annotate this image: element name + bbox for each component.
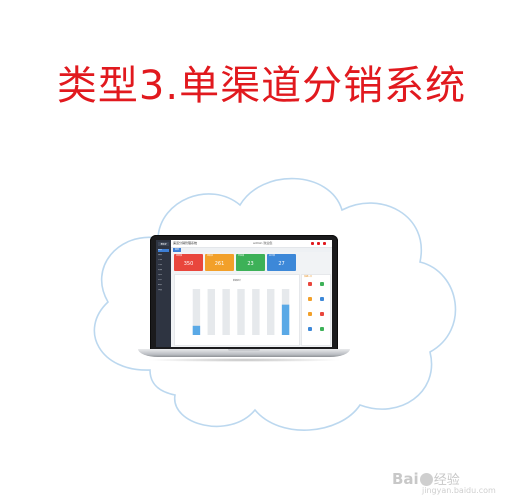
stat-card-completed[interactable]: 已完成 23 xyxy=(236,254,265,271)
quick-link-icon[interactable] xyxy=(320,297,324,301)
sidebar-item-channel[interactable]: 渠道 xyxy=(158,254,169,257)
laptop-base xyxy=(138,349,350,357)
laptop-mockup: ERP 首页 渠道 分销 订单 商品 库存 财务 报表 设置 渠道分销管理系统 … xyxy=(138,235,388,365)
watermark: Bai 经验 jingyan.baidu.com xyxy=(392,468,496,495)
sidebar-item-inventory[interactable]: 库存 xyxy=(158,274,169,277)
watermark-logo: Bai xyxy=(392,470,419,488)
bar-track xyxy=(252,289,260,335)
message-icon[interactable] xyxy=(311,242,314,245)
stat-card-value: 261 xyxy=(214,261,225,267)
sidebar-item-products[interactable]: 商品 xyxy=(158,269,169,272)
quick-link-icon[interactable] xyxy=(308,297,312,301)
tab-bar: 首页 xyxy=(171,248,332,252)
laptop-bezel: ERP 首页 渠道 分销 订单 商品 库存 财务 报表 设置 渠道分销管理系统 … xyxy=(150,235,338,350)
bar-track xyxy=(222,289,230,335)
app-logo: ERP xyxy=(158,242,169,246)
sidebar-item-home[interactable]: 首页 xyxy=(158,249,169,252)
stat-card-total[interactable]: 总订单 27 xyxy=(267,254,296,271)
quick-link-icon[interactable] xyxy=(320,312,324,316)
stat-card-label: 待审核 xyxy=(176,255,183,257)
sidebar-item-orders[interactable]: 订单 xyxy=(158,264,169,267)
logout-icon[interactable] xyxy=(323,242,326,245)
bar-track xyxy=(207,289,215,335)
sidebar-item-settings[interactable]: 设置 xyxy=(158,289,169,292)
bar-7[interactable] xyxy=(281,304,290,335)
watermark-url: jingyan.baidu.com xyxy=(422,486,496,495)
stat-card-label: 待发货 xyxy=(207,255,214,257)
laptop-notch xyxy=(228,349,260,351)
settings-icon[interactable] xyxy=(317,242,320,245)
user-greeting[interactable]: admin 欢迎您 xyxy=(253,241,272,246)
stat-card-to-ship[interactable]: 待发货 261 xyxy=(205,254,234,271)
bar-track xyxy=(267,289,275,335)
bar-chart xyxy=(192,289,290,335)
paw-icon xyxy=(419,473,433,486)
stat-card-pending[interactable]: 待审核 350 xyxy=(174,254,203,271)
chart-panel: 数据统计 xyxy=(174,274,300,346)
laptop-shadow xyxy=(146,358,342,362)
top-bar: 渠道分销管理系统 admin 欢迎您 xyxy=(171,240,332,248)
quick-links-title: 快捷入口 xyxy=(304,276,313,278)
bar-1[interactable] xyxy=(192,325,201,335)
quick-links-panel: 快捷入口 xyxy=(301,274,331,346)
quick-link-icon[interactable] xyxy=(308,327,312,331)
sidebar-item-reports[interactable]: 报表 xyxy=(158,284,169,287)
stat-card-label: 已完成 xyxy=(238,255,245,257)
tab-home[interactable]: 首页 xyxy=(173,248,182,252)
stat-card-label: 总订单 xyxy=(269,255,276,257)
quick-link-icon[interactable] xyxy=(320,327,324,331)
dashboard-screen: ERP 首页 渠道 分销 订单 商品 库存 财务 报表 设置 渠道分销管理系统 … xyxy=(156,240,332,347)
stat-card-value: 23 xyxy=(247,261,254,267)
bar-track xyxy=(237,289,245,335)
stat-card-value: 27 xyxy=(278,261,285,267)
sidebar-item-finance[interactable]: 财务 xyxy=(158,279,169,282)
page-title: 类型3.单渠道分销系统 xyxy=(56,63,467,109)
app-brand: 渠道分销管理系统 xyxy=(173,241,198,245)
quick-link-icon[interactable] xyxy=(308,282,312,286)
stat-card-value: 350 xyxy=(183,261,194,267)
sidebar: ERP 首页 渠道 分销 订单 商品 库存 财务 报表 设置 xyxy=(156,240,171,347)
quick-link-icon[interactable] xyxy=(320,282,324,286)
sidebar-item-distribution[interactable]: 分销 xyxy=(158,259,169,262)
quick-link-icon[interactable] xyxy=(308,312,312,316)
